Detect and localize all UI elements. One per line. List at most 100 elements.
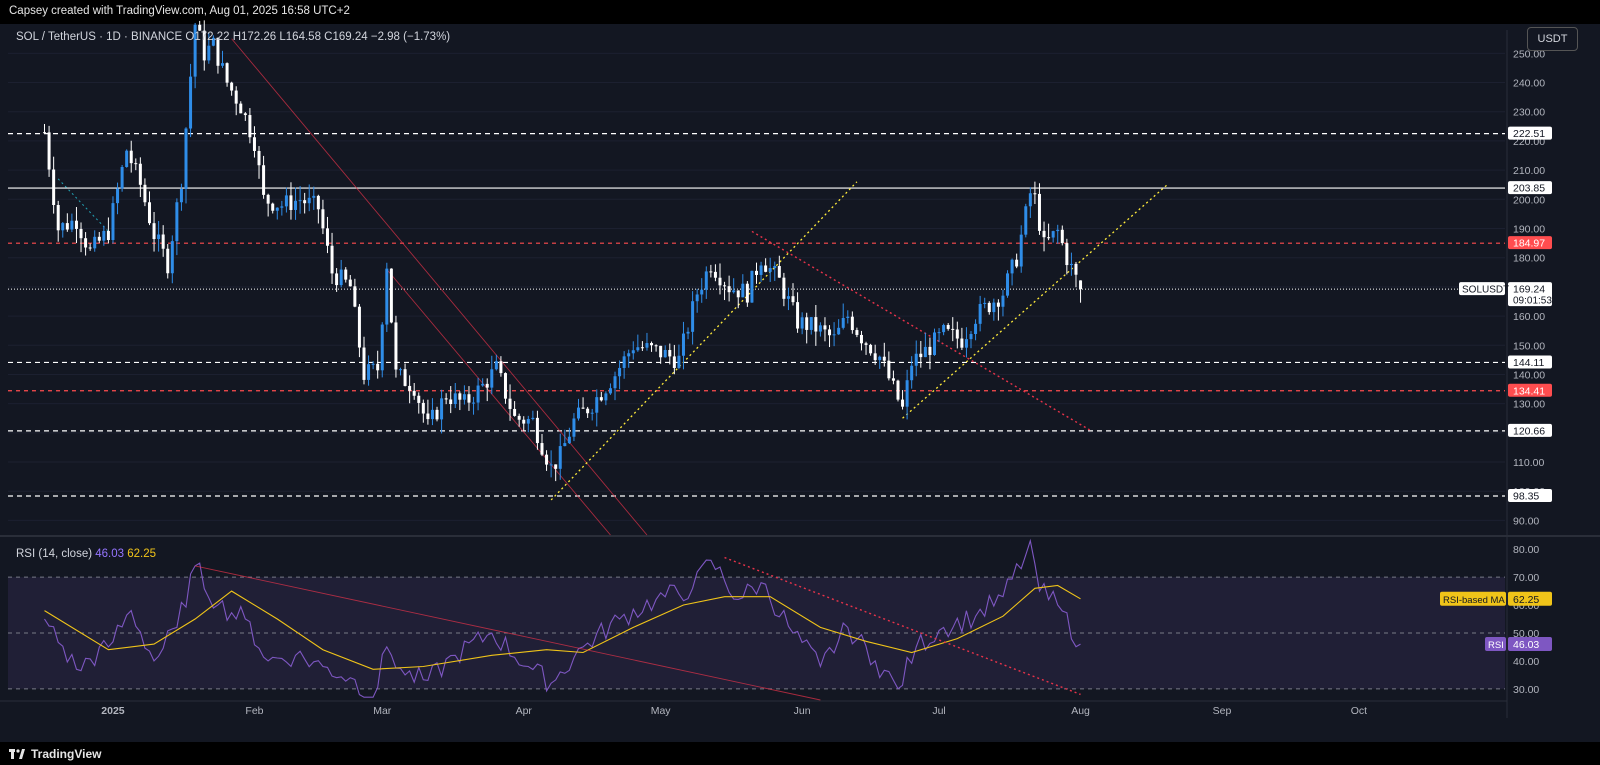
candle-body[interactable]: [97, 236, 101, 241]
candle-body[interactable]: [43, 132, 47, 134]
candle-body[interactable]: [458, 393, 462, 400]
candle-body[interactable]: [599, 397, 603, 401]
candle-body[interactable]: [394, 322, 398, 370]
candle-body[interactable]: [517, 415, 521, 420]
candle-body[interactable]: [84, 238, 88, 248]
candle-body[interactable]: [691, 301, 695, 332]
candle-body[interactable]: [700, 289, 704, 295]
candle-body[interactable]: [622, 356, 626, 368]
candle-body[interactable]: [157, 234, 161, 240]
candle-body[interactable]: [914, 353, 918, 366]
candle-body[interactable]: [782, 277, 786, 299]
candle-body[interactable]: [1019, 234, 1023, 267]
candle-body[interactable]: [1037, 193, 1041, 231]
candle-body[interactable]: [234, 90, 238, 104]
candle-body[interactable]: [768, 268, 772, 272]
candle-body[interactable]: [102, 230, 106, 241]
tradingview-logo[interactable]: TradingView: [9, 747, 101, 761]
candle-body[interactable]: [499, 361, 503, 374]
candle-body[interactable]: [243, 113, 247, 116]
candle-body[interactable]: [837, 327, 841, 335]
candle-body[interactable]: [581, 407, 585, 409]
candle-body[interactable]: [554, 464, 558, 469]
candle-body[interactable]: [604, 393, 608, 401]
candle-body[interactable]: [704, 271, 708, 290]
candle-body[interactable]: [93, 236, 97, 249]
candle-body[interactable]: [608, 388, 612, 394]
candle-body[interactable]: [1051, 231, 1055, 238]
candle-body[interactable]: [453, 393, 457, 405]
candle-body[interactable]: [887, 360, 891, 379]
candle-body[interactable]: [1001, 295, 1005, 307]
candle-body[interactable]: [248, 115, 252, 138]
candle-body[interactable]: [855, 330, 859, 335]
candle-body[interactable]: [307, 197, 311, 204]
candle-body[interactable]: [901, 399, 905, 407]
candle-body[interactable]: [595, 397, 599, 413]
candle-body[interactable]: [540, 443, 544, 455]
candle-body[interactable]: [367, 364, 371, 380]
candle-body[interactable]: [362, 347, 366, 380]
candle-body[interactable]: [52, 169, 56, 205]
candle-body[interactable]: [389, 268, 393, 323]
candle-body[interactable]: [850, 316, 854, 331]
candle-body[interactable]: [841, 317, 845, 328]
candle-body[interactable]: [846, 316, 850, 318]
candle-body[interactable]: [869, 344, 873, 354]
candle-body[interactable]: [631, 350, 635, 354]
candle-body[interactable]: [878, 356, 882, 361]
candle-body[interactable]: [339, 269, 343, 286]
candle-body[interactable]: [613, 376, 617, 389]
candle-body[interactable]: [727, 286, 731, 293]
candle-body[interactable]: [828, 329, 832, 336]
candle-body[interactable]: [946, 325, 950, 329]
candle-body[interactable]: [303, 200, 307, 204]
candle-body[interactable]: [545, 454, 549, 465]
candle-body[interactable]: [996, 302, 1000, 307]
candle-body[interactable]: [152, 223, 156, 240]
candle-body[interactable]: [723, 285, 727, 287]
candle-body[interactable]: [955, 329, 959, 339]
candle-body[interactable]: [882, 356, 886, 361]
candle-body[interactable]: [198, 24, 202, 31]
candle-body[interactable]: [969, 334, 973, 340]
candle-body[interactable]: [230, 82, 234, 91]
candle-body[interactable]: [654, 345, 658, 347]
candle-body[interactable]: [513, 408, 517, 416]
candle-body[interactable]: [289, 195, 293, 210]
candle-body[interactable]: [796, 302, 800, 329]
candle-body[interactable]: [252, 137, 256, 151]
candle-body[interactable]: [120, 166, 124, 189]
candle-body[interactable]: [1060, 229, 1064, 244]
candle-body[interactable]: [937, 332, 941, 334]
candle-body[interactable]: [522, 419, 526, 424]
candle-body[interactable]: [987, 302, 991, 313]
candle-body[interactable]: [179, 188, 183, 203]
candle-body[interactable]: [777, 266, 781, 278]
candle-body[interactable]: [275, 207, 279, 211]
candle-body[interactable]: [399, 369, 403, 371]
candle-body[interactable]: [430, 409, 434, 420]
candle-body[interactable]: [636, 347, 640, 351]
candle-body[interactable]: [485, 383, 489, 388]
candle-body[interactable]: [718, 277, 722, 286]
candle-body[interactable]: [298, 200, 302, 202]
candle-body[interactable]: [1074, 263, 1078, 275]
candle-body[interactable]: [786, 296, 790, 299]
candle-body[interactable]: [773, 266, 777, 269]
candle-body[interactable]: [932, 332, 936, 355]
candle-body[interactable]: [79, 228, 83, 239]
candle-body[interactable]: [942, 325, 946, 333]
candle-body[interactable]: [627, 353, 631, 357]
candle-body[interactable]: [891, 378, 895, 381]
candle-body[interactable]: [472, 402, 476, 404]
candle-body[interactable]: [741, 283, 745, 298]
candle-body[interactable]: [380, 324, 384, 371]
candle-body[interactable]: [70, 220, 74, 230]
candle-body[interactable]: [640, 347, 644, 349]
candle-body[interactable]: [1042, 230, 1046, 238]
candle-body[interactable]: [225, 63, 229, 83]
candle-body[interactable]: [586, 408, 590, 414]
candle-body[interactable]: [681, 333, 685, 356]
candle-body[interactable]: [659, 345, 663, 358]
